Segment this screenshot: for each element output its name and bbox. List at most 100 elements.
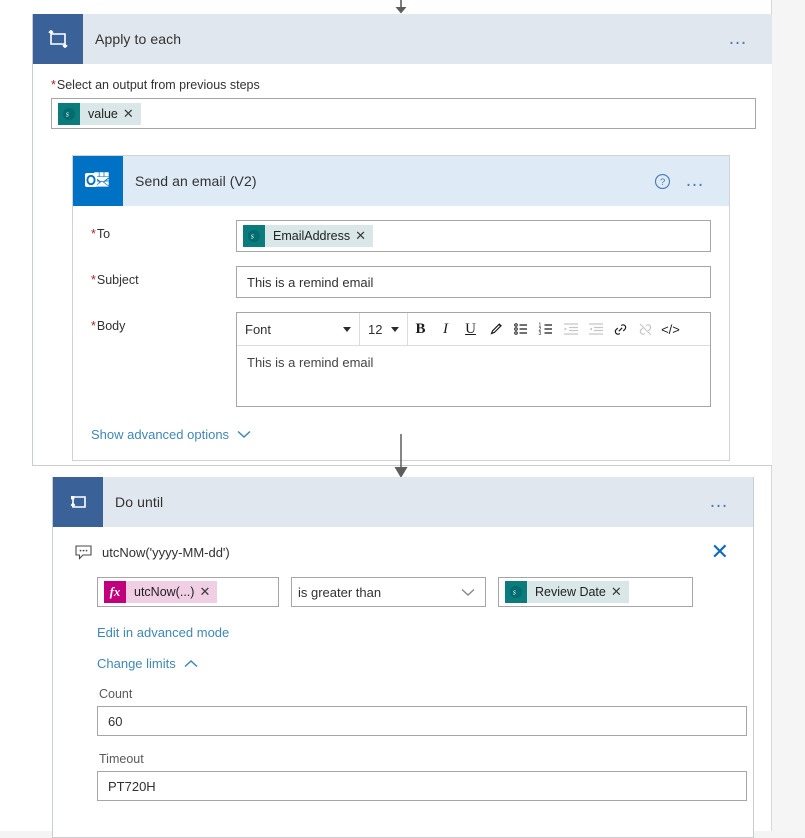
output-field-label: *Select an output from previous steps — [51, 78, 260, 92]
value-token-label: value — [88, 106, 118, 121]
condition-operator-select[interactable]: is greater than — [291, 577, 486, 607]
body-text-area[interactable]: This is a remind email — [237, 346, 710, 406]
unlink-icon[interactable] — [633, 313, 658, 345]
condition-expression-text: utcNow('yyyy-MM-dd') — [102, 544, 230, 560]
to-input[interactable]: s EmailAddress ✕ — [236, 220, 711, 252]
timeout-value: PT720H — [108, 778, 156, 794]
email-address-token-remove[interactable]: ✕ — [355, 228, 373, 244]
required-asterisk: * — [91, 319, 96, 333]
right-panel-gutter — [773, 0, 805, 831]
do-until-menu-button[interactable]: … — [709, 492, 731, 511]
chevron-up-icon — [184, 659, 198, 668]
svg-text:3: 3 — [538, 331, 541, 337]
apply-to-each-header-actions: … — [728, 29, 772, 48]
condition-operator-value: is greater than — [298, 584, 382, 600]
close-icon[interactable]: ✕ — [711, 541, 733, 563]
sharepoint-icon: s — [58, 102, 80, 125]
sharepoint-icon: s — [505, 581, 527, 603]
send-email-header-actions: ? … — [654, 171, 729, 190]
outdent-icon[interactable] — [583, 313, 608, 345]
flow-designer-canvas: Apply to each … *Select an output from p… — [0, 0, 772, 838]
italic-button[interactable]: I — [433, 313, 458, 345]
review-date-token[interactable]: s Review Date ✕ — [505, 581, 629, 603]
dountil-icon — [53, 477, 103, 527]
body-rich-text-editor[interactable]: Font 12 B I U 1 2 3 </> This is a remind… — [236, 312, 711, 407]
email-address-token[interactable]: s EmailAddress ✕ — [243, 225, 374, 247]
show-advanced-options-link[interactable]: Show advanced options — [91, 427, 251, 442]
show-advanced-options-label: Show advanced options — [91, 427, 230, 442]
send-email-card: Send an email (V2) ? … *To s EmailAddres… — [72, 155, 730, 461]
rte-toolbar: Font 12 B I U 1 2 3 </> — [237, 313, 710, 346]
subject-field-row: *Subject This is a remind email — [73, 266, 729, 298]
do-until-header[interactable]: Do until … — [53, 477, 753, 527]
bullet-list-icon[interactable] — [508, 313, 533, 345]
change-limits-link[interactable]: Change limits — [97, 656, 198, 671]
body-field-row: *Body Font 12 B I U 1 2 3 </> This is a … — [73, 312, 729, 407]
underline-button[interactable]: U — [458, 313, 483, 345]
required-asterisk: * — [91, 273, 96, 287]
send-email-header[interactable]: Send an email (V2) ? … — [73, 156, 729, 206]
utcnow-token-remove[interactable]: ✕ — [199, 584, 217, 600]
required-asterisk: * — [91, 227, 96, 241]
to-field-row: *To s EmailAddress ✕ — [73, 220, 729, 252]
highlight-pen-icon[interactable] — [483, 313, 508, 345]
send-email-menu-button[interactable]: … — [685, 171, 707, 190]
condition-left-input[interactable]: fx utcNow(...) ✕ — [97, 577, 279, 607]
body-label: *Body — [91, 319, 126, 333]
review-date-token-label: Review Date — [535, 585, 606, 599]
advanced-mode-row: Edit in advanced mode — [97, 625, 733, 640]
utcnow-expression-token[interactable]: fx utcNow(...) ✕ — [104, 581, 218, 603]
svg-text:s: s — [66, 109, 69, 118]
count-field: Count 60 — [97, 687, 747, 736]
edit-advanced-mode-link[interactable]: Edit in advanced mode — [97, 625, 229, 640]
count-label: Count — [99, 687, 133, 701]
font-family-select[interactable]: Font — [237, 313, 360, 345]
apply-to-each-menu-button[interactable]: … — [728, 29, 750, 48]
apply-to-each-header[interactable]: Apply to each … — [33, 14, 772, 64]
chevron-down-icon — [237, 430, 251, 439]
condition-expression-row: utcNow('yyyy-MM-dd') ✕ — [75, 541, 733, 563]
font-size-value: 12 — [368, 321, 383, 337]
numbered-list-icon[interactable]: 1 2 3 — [533, 313, 558, 345]
utcnow-token-label: utcNow(...) — [134, 585, 195, 599]
subject-input[interactable]: This is a remind email — [236, 266, 711, 298]
chevron-down-icon — [343, 326, 351, 332]
chevron-down-icon — [461, 588, 475, 596]
code-view-button[interactable]: </> — [658, 313, 683, 345]
svg-text:s: s — [513, 588, 516, 597]
review-date-token-remove[interactable]: ✕ — [611, 584, 629, 600]
font-size-select[interactable]: 12 — [360, 313, 408, 345]
count-input[interactable]: 60 — [97, 706, 747, 736]
change-limits-label: Change limits — [97, 656, 176, 671]
svg-text:s: s — [251, 232, 254, 241]
timeout-field: Timeout PT720H — [97, 752, 747, 801]
send-email-title: Send an email (V2) — [135, 173, 257, 189]
do-until-title: Do until — [115, 494, 164, 510]
select-output-input[interactable]: s value ✕ — [51, 98, 756, 129]
help-icon[interactable]: ? — [654, 173, 671, 190]
required-asterisk: * — [51, 78, 56, 92]
font-family-value: Font — [245, 321, 272, 337]
condition-row: fx utcNow(...) ✕ is greater than s Revie… — [97, 577, 733, 607]
do-until-body: utcNow('yyyy-MM-dd') ✕ fx utcNow(...) ✕ … — [53, 527, 753, 837]
bold-button[interactable]: B — [408, 313, 433, 345]
fx-icon: fx — [104, 581, 126, 603]
timeout-input[interactable]: PT720H — [97, 771, 747, 801]
link-icon[interactable] — [608, 313, 633, 345]
sharepoint-icon: s — [243, 225, 265, 247]
apply-to-each-title: Apply to each — [95, 31, 182, 47]
loop-icon — [33, 14, 83, 64]
outlook-icon — [73, 156, 123, 206]
chevron-down-icon — [391, 326, 399, 332]
subject-label: *Subject — [91, 273, 139, 287]
subject-value: This is a remind email — [247, 274, 374, 290]
svg-text:?: ? — [660, 176, 665, 187]
flow-connector-arrow-icon — [394, 434, 408, 478]
value-token[interactable]: s value ✕ — [58, 102, 141, 125]
do-until-header-actions: … — [709, 492, 753, 511]
condition-right-input[interactable]: s Review Date ✕ — [498, 577, 693, 607]
do-until-card: Do until … utcNow('yyyy-MM-dd') ✕ fx utc… — [52, 477, 754, 838]
comment-icon — [75, 544, 92, 560]
indent-icon[interactable] — [558, 313, 583, 345]
value-token-remove[interactable]: ✕ — [123, 106, 141, 122]
